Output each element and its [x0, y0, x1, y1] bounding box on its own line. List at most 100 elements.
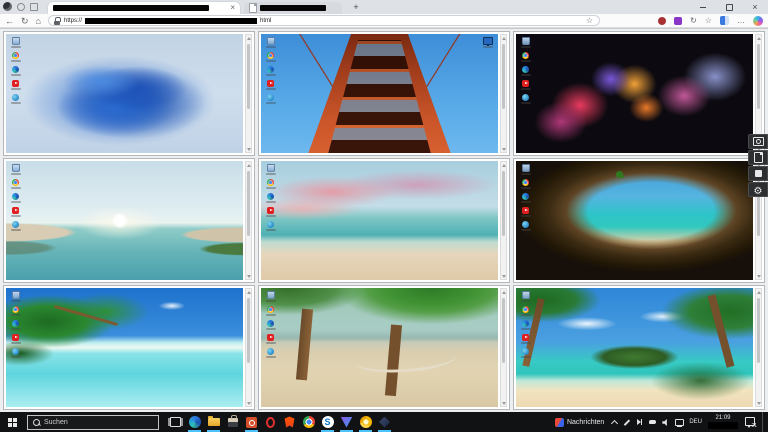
mail-app-desktop-icon[interactable]: [9, 221, 22, 231]
mail-app-desktop-icon[interactable]: [519, 94, 532, 104]
scroll-up-arrow-icon[interactable]: [501, 289, 506, 295]
edge-desktop-icon[interactable]: [9, 320, 22, 330]
scroll-down-arrow-icon[interactable]: [246, 273, 251, 279]
edge-desktop-icon[interactable]: [264, 193, 277, 203]
close-button[interactable]: [742, 0, 768, 14]
mail-app-desktop-icon[interactable]: [9, 348, 22, 358]
recycle-bin-desktop-icon[interactable]: [264, 37, 277, 48]
cell-scrollbar[interactable]: [500, 288, 507, 407]
chrome-desktop-icon[interactable]: [264, 52, 277, 62]
chrome-desktop-icon[interactable]: [519, 52, 532, 62]
desktop-screenshot-cell-8[interactable]: [258, 285, 510, 410]
taskbar-app-task-view[interactable]: [166, 412, 185, 432]
desktop-screenshot-cell-3[interactable]: [513, 31, 765, 156]
recycle-bin-desktop-icon[interactable]: [9, 164, 22, 175]
desktop-screenshot-cell-5[interactable]: [258, 158, 510, 283]
extension-red-icon[interactable]: [658, 17, 666, 25]
bluetooth-icon[interactable]: [636, 417, 644, 427]
cell-scrollbar[interactable]: [500, 34, 507, 153]
recycle-bin-desktop-icon[interactable]: [9, 291, 22, 302]
tab-1[interactable]: [48, 2, 240, 14]
scroll-up-arrow-icon[interactable]: [756, 35, 761, 41]
address-bar[interactable]: https:// html: [48, 15, 600, 26]
youtube-desktop-icon[interactable]: [264, 80, 277, 90]
this-pc-desktop-icon[interactable]: [481, 37, 494, 48]
chrome-desktop-icon[interactable]: [9, 306, 22, 316]
taskbar-app-triangle-browser[interactable]: [337, 412, 356, 432]
scroll-up-arrow-icon[interactable]: [501, 35, 506, 41]
edge-desktop-icon[interactable]: [9, 193, 22, 203]
chrome-desktop-icon[interactable]: [264, 179, 277, 189]
taskbar-search[interactable]: Suchen: [27, 415, 159, 430]
scrollbar-thumb[interactable]: [757, 298, 760, 362]
refresh-icon[interactable]: [21, 16, 29, 26]
mail-app-desktop-icon[interactable]: [264, 348, 277, 358]
scrollbar-thumb[interactable]: [247, 171, 250, 235]
more-menu-icon[interactable]: [737, 16, 745, 25]
edge-desktop-icon[interactable]: [519, 193, 532, 203]
mail-app-desktop-icon[interactable]: [519, 348, 532, 358]
network-icon[interactable]: [675, 417, 683, 427]
recycle-bin-desktop-icon[interactable]: [519, 164, 532, 175]
volume-icon[interactable]: [662, 417, 670, 427]
taskbar-app-chrome[interactable]: [299, 412, 318, 432]
recycle-bin-desktop-icon[interactable]: [9, 37, 22, 48]
cell-scrollbar[interactable]: [245, 34, 252, 153]
cell-scrollbar[interactable]: [245, 161, 252, 280]
scroll-down-arrow-icon[interactable]: [501, 273, 506, 279]
recycle-bin-desktop-icon[interactable]: [519, 291, 532, 302]
browser-essentials-icon[interactable]: [720, 16, 729, 25]
taskbar-app-file-explorer[interactable]: [204, 412, 223, 432]
camera-button[interactable]: [748, 134, 768, 149]
scroll-down-arrow-icon[interactable]: [756, 273, 761, 279]
scroll-up-arrow-icon[interactable]: [246, 289, 251, 295]
youtube-desktop-icon[interactable]: [264, 334, 277, 344]
desktop-screenshot-cell-6[interactable]: [513, 158, 765, 283]
show-desktop-button[interactable]: [762, 412, 766, 432]
chrome-desktop-icon[interactable]: [519, 306, 532, 316]
mail-app-desktop-icon[interactable]: [264, 221, 277, 231]
scroll-up-arrow-icon[interactable]: [756, 289, 761, 295]
back-icon[interactable]: [5, 16, 14, 26]
scroll-down-arrow-icon[interactable]: [501, 400, 506, 406]
maximize-button[interactable]: [716, 0, 742, 14]
edge-desktop-icon[interactable]: [519, 320, 532, 330]
edge-desktop-icon[interactable]: [264, 320, 277, 330]
taskbar-app-skype[interactable]: [318, 412, 337, 432]
cell-scrollbar[interactable]: [500, 161, 507, 280]
clock[interactable]: 21:09: [708, 415, 738, 429]
cell-scrollbar[interactable]: [245, 288, 252, 407]
scroll-down-arrow-icon[interactable]: [501, 146, 506, 152]
taskbar-app-store[interactable]: [223, 412, 242, 432]
taskbar-app-opera[interactable]: [261, 412, 280, 432]
favorites-star-icon[interactable]: [586, 17, 593, 25]
home-icon[interactable]: [36, 16, 41, 26]
youtube-desktop-icon[interactable]: [9, 80, 22, 90]
page-button[interactable]: [748, 150, 768, 165]
scroll-up-arrow-icon[interactable]: [501, 162, 506, 168]
youtube-desktop-icon[interactable]: [519, 334, 532, 344]
news-widget[interactable]: Nachrichten: [555, 418, 604, 427]
language-indicator[interactable]: DEU: [689, 419, 702, 425]
desktop-screenshot-cell-2[interactable]: [258, 31, 510, 156]
favorites-icon[interactable]: [705, 16, 712, 25]
pen-icon[interactable]: [623, 417, 631, 427]
action-center-button[interactable]: 21: [744, 416, 756, 428]
scrollbar-thumb[interactable]: [502, 44, 505, 108]
tab-close-icon[interactable]: [230, 4, 235, 12]
square-button[interactable]: [748, 166, 768, 181]
youtube-desktop-icon[interactable]: [9, 334, 22, 344]
chevron-up-icon[interactable]: [610, 417, 618, 427]
scrollbar-thumb[interactable]: [247, 298, 250, 362]
edge-desktop-icon[interactable]: [264, 66, 277, 76]
edge-desktop-icon[interactable]: [519, 66, 532, 76]
desktop-screenshot-cell-1[interactable]: [3, 31, 255, 156]
taskbar-app-edge[interactable]: [185, 412, 204, 432]
copilot-icon[interactable]: [753, 16, 763, 26]
taskbar-app-powerpoint[interactable]: [242, 412, 261, 432]
browser-logo-icon[interactable]: [3, 2, 12, 11]
youtube-desktop-icon[interactable]: [519, 207, 532, 217]
taskbar-app-brave[interactable]: [280, 412, 299, 432]
desktop-screenshot-cell-7[interactable]: [3, 285, 255, 410]
scroll-down-arrow-icon[interactable]: [756, 400, 761, 406]
